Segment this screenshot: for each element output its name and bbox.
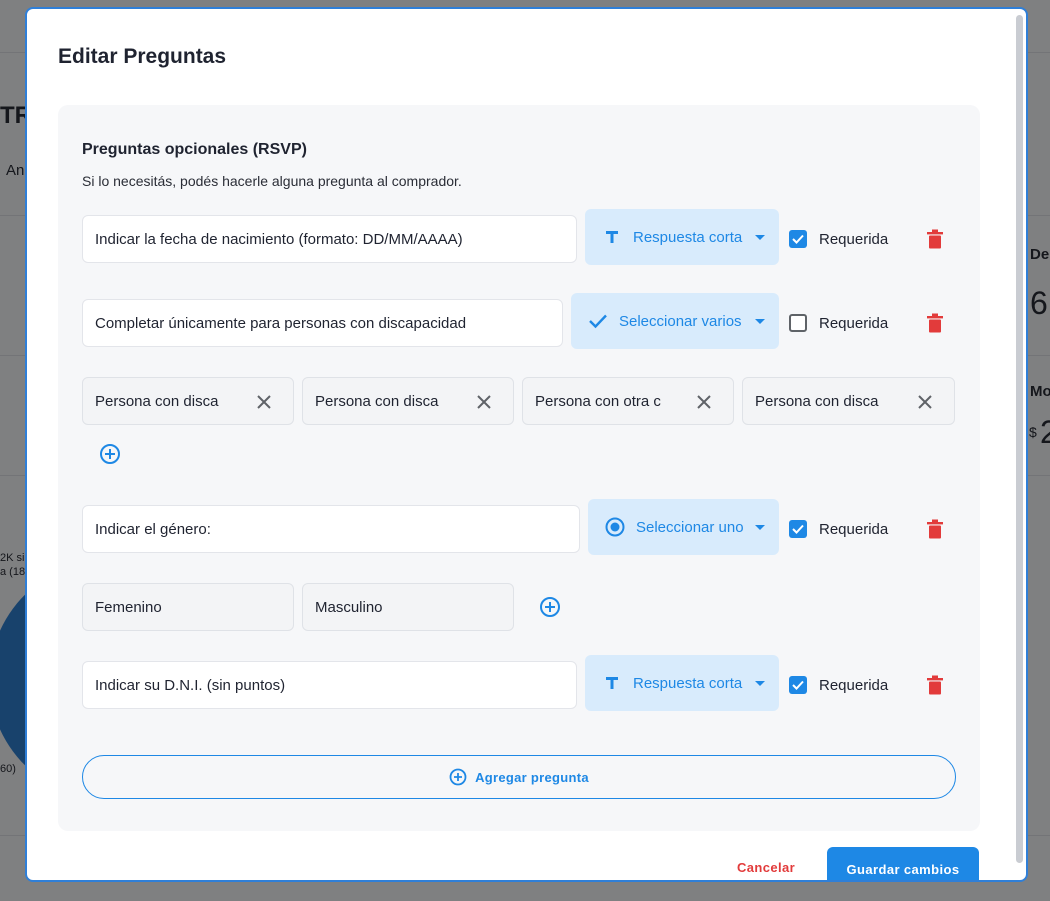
- add-question-label: Agregar pregunta: [475, 769, 589, 785]
- add-option-icon[interactable]: [539, 596, 561, 618]
- question-input[interactable]: Indicar su D.N.I. (sin puntos): [82, 661, 577, 709]
- option-input[interactable]: Femenino: [82, 583, 294, 631]
- close-icon[interactable]: [475, 393, 493, 411]
- trash-icon[interactable]: [926, 519, 944, 539]
- option-text: Persona con disca: [315, 392, 439, 410]
- question-input[interactable]: Indicar la fecha de nacimiento (formato:…: [82, 215, 577, 263]
- required-label: Requerida: [819, 230, 889, 248]
- required-checkbox[interactable]: [789, 520, 807, 538]
- caret-down-icon: [755, 318, 765, 324]
- question-type-select[interactable]: Respuesta corta: [585, 209, 779, 265]
- questions-card: Preguntas opcionales (RSVP) Si lo necesi…: [58, 105, 980, 831]
- section-title: Preguntas opcionales (RSVP): [82, 141, 307, 158]
- caret-down-icon: [755, 234, 765, 240]
- option-input[interactable]: Masculino: [302, 583, 514, 631]
- required-label: Requerida: [819, 520, 889, 538]
- option-text: Femenino: [95, 598, 162, 616]
- trash-icon[interactable]: [926, 313, 944, 333]
- plus-circle-icon: [449, 768, 467, 786]
- caret-down-icon: [755, 680, 765, 686]
- text-t-icon: [601, 676, 623, 690]
- required-toggle[interactable]: Requerida: [789, 314, 888, 332]
- save-changes-button[interactable]: Guardar cambios: [827, 847, 979, 880]
- option-text: Persona con otra c: [535, 392, 661, 410]
- required-label: Requerida: [819, 676, 889, 694]
- modal-title: Editar Preguntas: [58, 45, 227, 68]
- text-t-icon: [601, 230, 623, 244]
- question-type-select[interactable]: Seleccionar uno: [588, 499, 779, 555]
- question-type-select[interactable]: Respuesta corta: [585, 655, 779, 711]
- required-toggle[interactable]: Requerida: [789, 520, 888, 538]
- question-type-label: Seleccionar varios: [619, 312, 742, 330]
- question-type-label: Seleccionar uno: [636, 518, 744, 536]
- question-type-select[interactable]: Seleccionar varios: [571, 293, 779, 349]
- add-option-icon[interactable]: [99, 443, 121, 465]
- edit-questions-modal: Editar Preguntas Preguntas opcionales (R…: [25, 7, 1028, 882]
- question-input[interactable]: Completar únicamente para personas con d…: [82, 299, 563, 347]
- required-checkbox[interactable]: [789, 314, 807, 332]
- required-checkbox[interactable]: [789, 676, 807, 694]
- option-text: Persona con disca: [95, 392, 219, 410]
- radio-icon: [604, 517, 626, 537]
- question-type-label: Respuesta corta: [633, 674, 743, 692]
- option-text: Persona con disca: [755, 392, 879, 410]
- check-icon: [587, 313, 609, 329]
- close-icon[interactable]: [916, 393, 934, 411]
- option-input[interactable]: Persona con disca: [302, 377, 514, 425]
- option-input[interactable]: Persona con disca: [82, 377, 294, 425]
- option-input[interactable]: Persona con disca: [742, 377, 955, 425]
- trash-icon[interactable]: [926, 229, 944, 249]
- modal-scrollbar[interactable]: [1016, 15, 1023, 863]
- caret-down-icon: [755, 524, 765, 530]
- required-toggle[interactable]: Requerida: [789, 676, 888, 694]
- cancel-button[interactable]: Cancelar: [737, 860, 795, 875]
- add-question-button[interactable]: Agregar pregunta: [82, 755, 956, 799]
- trash-icon[interactable]: [926, 675, 944, 695]
- close-icon[interactable]: [255, 393, 273, 411]
- required-label: Requerida: [819, 314, 889, 332]
- question-type-label: Respuesta corta: [633, 228, 743, 246]
- close-icon[interactable]: [695, 393, 713, 411]
- required-checkbox[interactable]: [789, 230, 807, 248]
- option-input[interactable]: Persona con otra c: [522, 377, 734, 425]
- question-input[interactable]: Indicar el género:: [82, 505, 580, 553]
- option-text: Masculino: [315, 598, 383, 616]
- required-toggle[interactable]: Requerida: [789, 230, 888, 248]
- section-subtitle: Si lo necesitás, podés hacerle alguna pr…: [82, 173, 462, 189]
